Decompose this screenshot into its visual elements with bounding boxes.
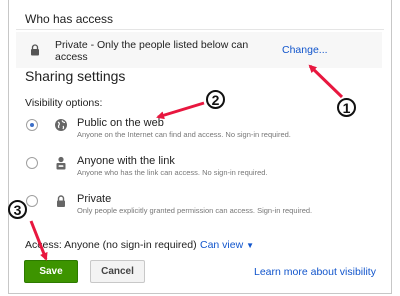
divider — [16, 29, 384, 30]
option-description: Anyone on the Internet can find and acce… — [77, 130, 291, 139]
sharing-settings-title: Sharing settings — [25, 68, 126, 84]
can-view-dropdown[interactable]: Can view ▼ — [200, 239, 254, 251]
callout-1: 1 — [337, 98, 356, 117]
lock-icon — [31, 44, 39, 56]
access-summary: Access: Anyone (no sign-in required) — [25, 239, 197, 251]
option-title: Public on the web — [77, 117, 164, 129]
chevron-down-icon: ▼ — [246, 241, 255, 250]
lock-icon — [57, 195, 65, 207]
radio-anyone-with-link[interactable] — [26, 157, 38, 169]
globe-icon — [55, 119, 67, 131]
radio-private[interactable] — [26, 195, 38, 207]
callout-2: 2 — [206, 90, 225, 109]
learn-more-link[interactable]: Learn more about visibility — [254, 266, 376, 278]
option-title: Private — [77, 193, 112, 205]
can-view-label: Can view — [200, 239, 244, 251]
save-button[interactable]: Save — [24, 260, 78, 283]
visibility-options-label: Visibility options: — [25, 97, 103, 109]
radio-public-on-web[interactable] — [26, 119, 38, 131]
access-label: Access: — [25, 239, 62, 251]
access-value: Anyone (no sign-in required) — [64, 239, 197, 251]
callout-3: 3 — [8, 200, 27, 219]
cancel-button[interactable]: Cancel — [90, 260, 145, 283]
access-description: Private - Only the people listed below c… — [55, 39, 249, 63]
option-description: Only people explicitly granted permissio… — [77, 206, 313, 215]
who-has-access-title: Who has access — [25, 12, 114, 26]
option-description: Anyone who has the link can access. No s… — [77, 168, 268, 177]
change-link[interactable]: Change... — [282, 44, 328, 56]
option-title: Anyone with the link — [77, 155, 175, 167]
person-link-icon — [56, 156, 66, 170]
